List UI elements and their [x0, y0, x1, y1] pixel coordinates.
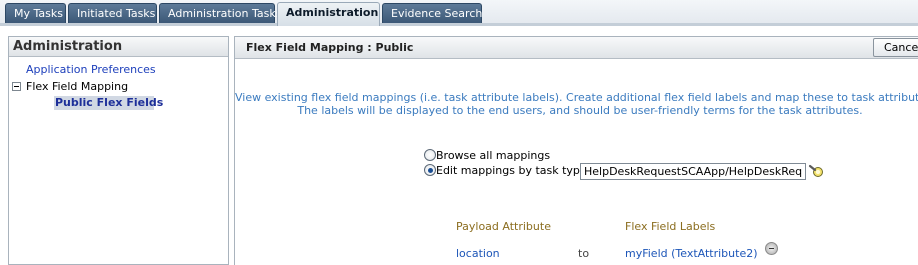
collapse-icon[interactable] — [12, 82, 21, 91]
tab-my-tasks[interactable]: My Tasks — [5, 3, 66, 24]
task-type-input[interactable] — [580, 163, 806, 180]
tab-administration-tasks[interactable]: Administration Tasks — [159, 3, 281, 24]
tab-evidence-search[interactable]: Evidence Search — [382, 3, 482, 24]
remove-icon[interactable] — [765, 242, 778, 255]
sidebar-title: Administration — [9, 37, 228, 57]
payload-attribute-link[interactable]: location — [456, 247, 500, 260]
tab-administration[interactable]: Administration — [277, 2, 380, 26]
sidebar-item-application-preferences[interactable]: Application Preferences — [26, 63, 156, 76]
edit-by-task-type-label[interactable]: Edit mappings by task type: — [436, 164, 590, 177]
flex-field-labels-header: Flex Field Labels — [625, 220, 716, 233]
flashlight-icon[interactable] — [808, 163, 824, 179]
description-line-2: The labels will be displayed to the end … — [297, 104, 863, 117]
browse-all-radio[interactable] — [424, 149, 436, 161]
edit-by-task-type-radio[interactable] — [424, 164, 436, 176]
description-line-1: View existing flex field mappings (i.e. … — [235, 91, 918, 104]
sidebar-item-public-flex-fields[interactable]: Public Flex Fields — [54, 96, 163, 110]
tab-initiated-tasks[interactable]: Initiated Tasks — [68, 3, 157, 24]
browse-all-label[interactable]: Browse all mappings — [436, 149, 550, 162]
main-header: Flex Field Mapping : Public Cancel — [235, 37, 918, 59]
flex-field-label-link[interactable]: myField (TextAttribute2) — [625, 247, 758, 260]
sidebar-item-flex-field-mapping[interactable]: Flex Field Mapping — [26, 80, 128, 93]
cancel-button[interactable]: Cancel — [873, 38, 918, 57]
tab-bar: My Tasks Initiated Tasks Administration … — [0, 0, 918, 26]
mapping-connector: to — [578, 247, 590, 260]
page-title: Flex Field Mapping : Public — [246, 41, 414, 54]
sidebar: Administration Application Preferences F… — [8, 36, 229, 265]
main-panel: Flex Field Mapping : Public Cancel View … — [234, 36, 918, 265]
payload-attribute-header: Payload Attribute — [456, 220, 551, 233]
